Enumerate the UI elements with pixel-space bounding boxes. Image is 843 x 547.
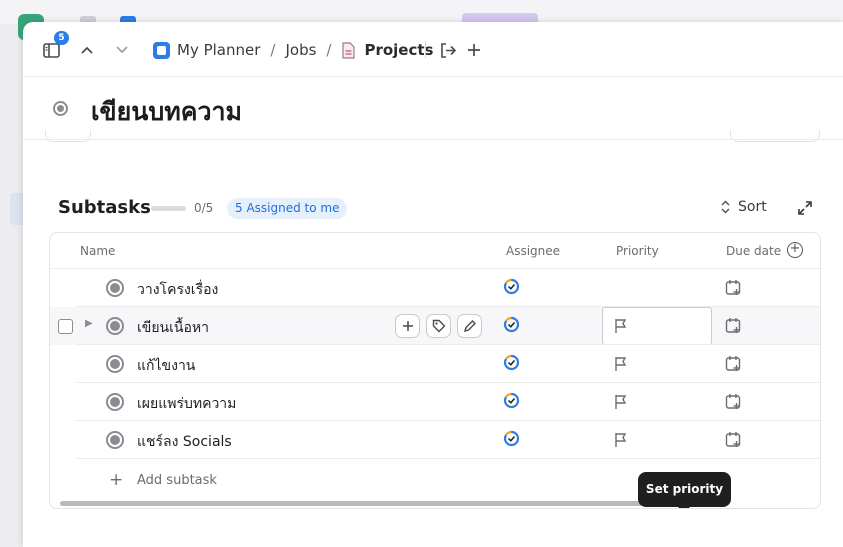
table-row[interactable]: แก้ไขงาน [50, 345, 820, 383]
background-sidebar-highlight [10, 193, 24, 225]
planner-icon [153, 41, 170, 59]
subtasks-header: Subtasks 0/5 5 Assigned to me Sort [23, 192, 843, 226]
expand-caret-icon[interactable]: ▶ [85, 318, 93, 329]
subtask-name[interactable]: แก้ไขงาน [137, 355, 195, 377]
sort-icon [721, 200, 730, 214]
table-row[interactable]: เผยแพร่บทความ [50, 383, 820, 421]
plus-icon [402, 321, 413, 331]
row-divider [76, 458, 820, 459]
subtask-complete-toggle[interactable] [106, 393, 124, 411]
chevron-up-icon [81, 46, 93, 54]
add-tag-button[interactable] [426, 314, 451, 338]
rename-button[interactable] [457, 314, 482, 338]
subtask-name[interactable]: เผยแพร่บทความ [137, 393, 236, 415]
task-detail-modal: 5 My Planner / Jobs / Projects เขียนบทคว… [23, 22, 843, 547]
breadcrumb-jobs[interactable]: Jobs [285, 41, 316, 59]
subtask-name[interactable]: เขียนเนื้อหา [137, 317, 209, 339]
notification-badge: 5 [54, 31, 69, 45]
add-button[interactable] [460, 36, 488, 64]
modal-topbar: 5 My Planner / Jobs / Projects [23, 22, 843, 77]
plus-icon [468, 44, 480, 56]
calendar-add-icon[interactable] [725, 431, 742, 448]
subtasks-progress-text: 0/5 [194, 201, 214, 215]
exit-icon [441, 42, 456, 58]
field-box [730, 130, 820, 142]
add-column-button[interactable]: + [787, 242, 803, 258]
background-sidebar [0, 24, 24, 547]
add-subtask-label: Add subtask [137, 473, 217, 488]
subtask-complete-toggle[interactable] [106, 279, 124, 297]
expand-icon[interactable] [796, 199, 814, 217]
column-header-name[interactable]: Name [80, 233, 115, 269]
priority-tooltip: Set priority [638, 472, 731, 508]
subtasks-progress-bar [151, 206, 186, 211]
assignee-avatar-icon[interactable] [503, 278, 520, 295]
toolbar-divider [425, 41, 426, 58]
subtask-name[interactable]: แชร์ลง Socials [137, 431, 232, 453]
flag-icon[interactable] [614, 318, 628, 334]
subtask-complete-toggle[interactable] [106, 317, 124, 335]
sort-button[interactable]: Sort [721, 199, 767, 215]
assigned-to-me-badge[interactable]: 5 Assigned to me [227, 198, 348, 219]
subtasks-table: Name Assignee Priority Due date + วางโคร… [49, 232, 821, 509]
subtask-name[interactable]: วางโครงเรื่อง [137, 279, 218, 301]
task-title-row: เขียนบทความ [23, 78, 843, 138]
subtasks-heading: Subtasks [58, 197, 151, 218]
column-header-priority[interactable]: Priority [616, 233, 659, 269]
flag-icon[interactable] [614, 394, 628, 410]
assignee-avatar-icon[interactable] [503, 430, 520, 447]
field-box [45, 130, 91, 142]
page-title[interactable]: เขียนบทความ [91, 92, 242, 132]
calendar-add-icon[interactable] [725, 393, 742, 410]
calendar-add-icon[interactable] [725, 317, 742, 334]
table-row[interactable]: แชร์ลง Socials [50, 421, 820, 459]
breadcrumb: My Planner / Jobs / Projects [153, 39, 433, 61]
subtask-complete-toggle[interactable] [106, 431, 124, 449]
add-subtask-button[interactable] [395, 314, 420, 338]
plus-icon: + [109, 470, 124, 490]
calendar-add-icon[interactable] [725, 279, 742, 296]
table-row[interactable]: วางโครงเรื่อง [50, 269, 820, 307]
column-header-assignee[interactable]: Assignee [506, 233, 560, 269]
flag-icon[interactable] [614, 432, 628, 448]
assignee-avatar-icon[interactable] [503, 392, 520, 409]
horizontal-scrollbar[interactable] [60, 501, 685, 506]
flag-icon[interactable] [614, 356, 628, 372]
pencil-icon [463, 319, 476, 332]
assignee-avatar-icon[interactable] [503, 316, 520, 333]
sort-label: Sort [738, 199, 767, 215]
breadcrumb-separator: / [326, 41, 332, 59]
subtask-complete-toggle[interactable] [106, 355, 124, 373]
row-select-checkbox[interactable] [58, 319, 73, 334]
previous-task-button[interactable] [73, 36, 101, 64]
row-actions [395, 314, 482, 338]
breadcrumb-my-planner[interactable]: My Planner [177, 41, 260, 59]
chevron-down-icon [116, 46, 128, 54]
column-header-due-date[interactable]: Due date [726, 233, 781, 269]
panel-icon [42, 42, 60, 58]
calendar-add-icon[interactable] [725, 355, 742, 372]
table-row[interactable]: ▶ เขียนเนื้อหา [50, 307, 820, 345]
next-task-button[interactable] [108, 36, 136, 64]
breadcrumb-separator: / [270, 41, 276, 59]
breadcrumb-projects[interactable]: Projects [364, 41, 433, 59]
tag-icon [432, 319, 445, 333]
task-complete-toggle[interactable] [53, 101, 68, 116]
open-full-page-button[interactable] [434, 36, 462, 64]
document-icon [342, 41, 356, 59]
divider [23, 139, 843, 140]
assignee-avatar-icon[interactable] [503, 354, 520, 371]
